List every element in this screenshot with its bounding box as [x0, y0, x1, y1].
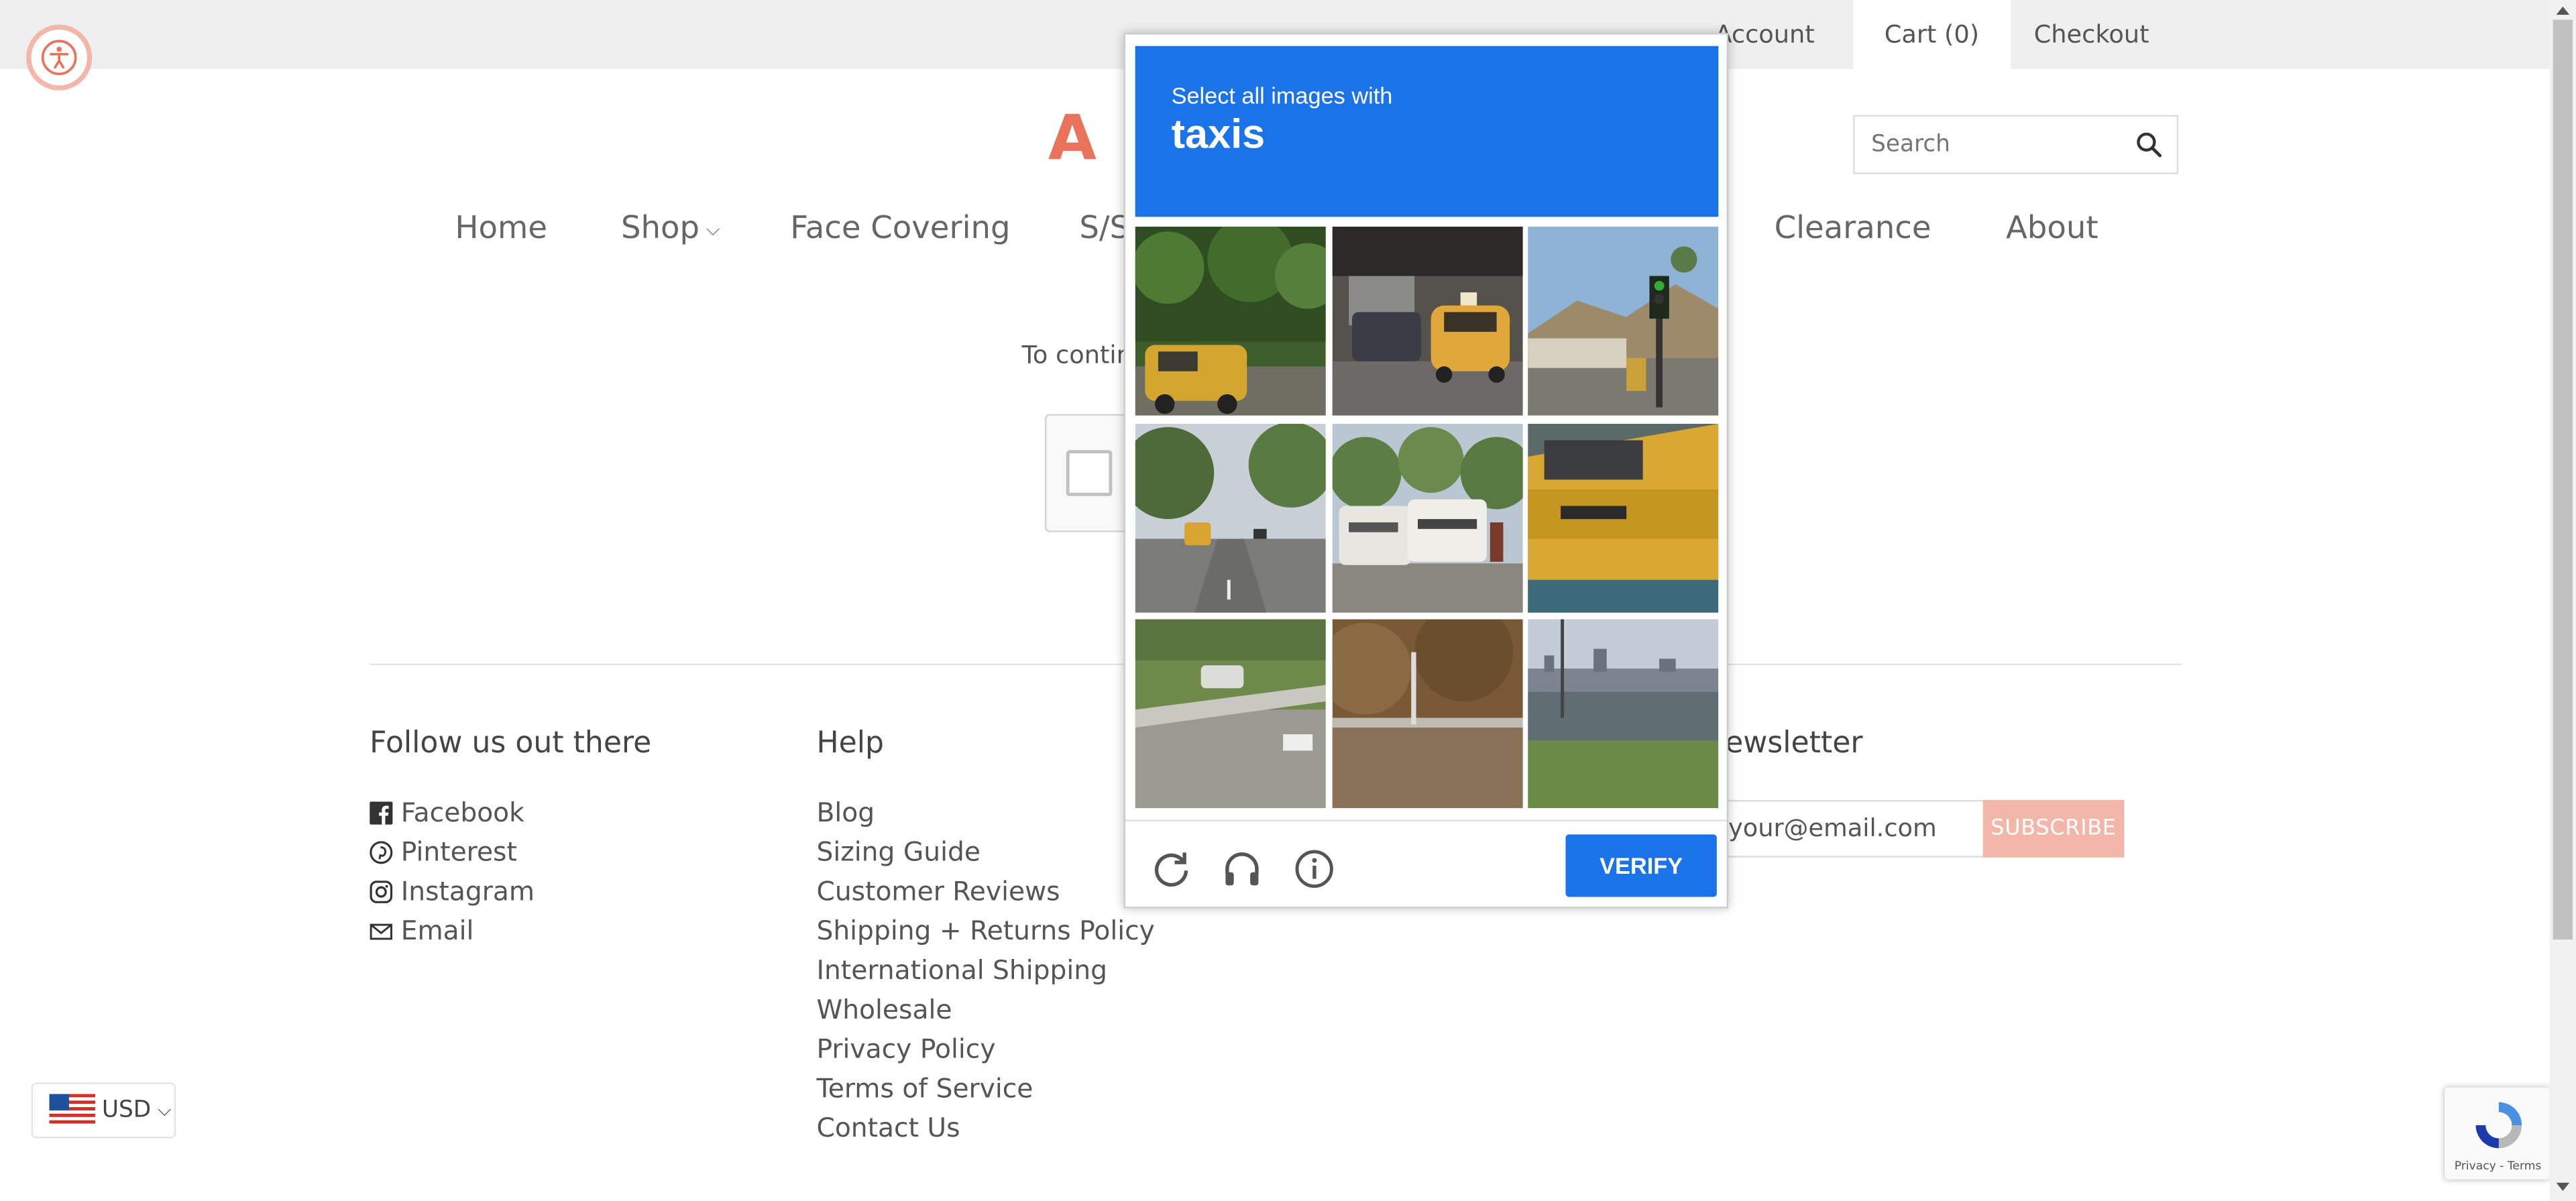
help-link-sizing-guide[interactable]: Sizing Guide: [816, 836, 981, 868]
chevron-down-icon: ⌵: [706, 217, 720, 239]
search-icon[interactable]: [2134, 130, 2164, 160]
challenge-prompt: Select all images with: [1171, 82, 1393, 109]
tile-image: [1528, 227, 1719, 416]
accessibility-icon: [41, 40, 77, 76]
tile-image: [1528, 423, 1719, 613]
nav-clearance[interactable]: Clearance: [1775, 211, 1931, 247]
help-link-terms-of-service[interactable]: Terms of Service: [816, 1073, 1033, 1104]
tile-image: [1135, 227, 1326, 416]
image-tile[interactable]: [1332, 227, 1523, 416]
image-tile[interactable]: [1135, 619, 1326, 809]
facebook-link[interactable]: Facebook: [370, 797, 524, 828]
nav-face-covering[interactable]: Face Covering: [790, 211, 1010, 247]
info-icon[interactable]: [1293, 848, 1336, 891]
verify-button[interactable]: VERIFY: [1565, 834, 1717, 897]
tile-image: [1135, 423, 1326, 613]
email-icon: [370, 923, 392, 939]
tile-image: [1528, 619, 1719, 809]
newsletter-heading: ewsletter: [1725, 726, 1863, 761]
search-input[interactable]: [1854, 116, 2159, 173]
help-link-wholesale[interactable]: Wholesale: [816, 994, 952, 1025]
help-heading: Help: [816, 726, 884, 761]
currency-selector[interactable]: USD ⌵: [31, 1082, 176, 1139]
nav-shop-label: Shop: [620, 210, 700, 247]
challenge-footer-divider: [1125, 819, 1727, 821]
follow-heading: Follow us out there: [370, 726, 652, 761]
recaptcha-badge[interactable]: Privacy - Terms: [2445, 1087, 2550, 1180]
accessibility-button[interactable]: [31, 30, 87, 86]
help-link-privacy-policy[interactable]: Privacy Policy: [816, 1033, 995, 1065]
help-link-shipping-returns[interactable]: Shipping + Returns Policy: [816, 915, 1154, 946]
tile-image: [1332, 423, 1523, 613]
tile-image: [1332, 619, 1523, 809]
us-flag-icon: [49, 1094, 96, 1127]
currency-code: USD: [101, 1097, 152, 1124]
captcha-challenge: Select all images with taxis VERIFY: [1123, 32, 1728, 909]
email-link[interactable]: Email: [370, 915, 473, 946]
instagram-label: Instagram: [400, 875, 535, 907]
tile-image: [1135, 619, 1326, 809]
image-tile[interactable]: [1528, 619, 1719, 809]
pinterest-icon: [370, 840, 393, 864]
chevron-down-icon: ⌵: [157, 1098, 172, 1121]
subscribe-button[interactable]: SUBSCRIBE: [1982, 799, 2125, 858]
image-tile[interactable]: [1135, 227, 1326, 416]
nav-shop[interactable]: Shop ⌵: [621, 211, 720, 247]
reload-icon[interactable]: [1150, 848, 1193, 891]
account-link[interactable]: Account: [1715, 0, 1814, 69]
recaptcha-logo-icon: [2475, 1102, 2522, 1149]
image-tile[interactable]: [1332, 619, 1523, 809]
headphones-icon[interactable]: [1221, 848, 1264, 891]
help-link-customer-reviews[interactable]: Customer Reviews: [816, 876, 1060, 907]
image-tile[interactable]: [1135, 423, 1326, 613]
tile-image: [1332, 227, 1523, 416]
image-grid: [1135, 227, 1720, 810]
page-scrollbar[interactable]: [2549, 0, 2576, 1201]
scroll-down-icon[interactable]: [2556, 1182, 2570, 1191]
challenge-target: taxis: [1171, 111, 1266, 158]
help-link-contact-us[interactable]: Contact Us: [816, 1112, 960, 1143]
image-tile[interactable]: [1528, 227, 1719, 416]
scroll-up-icon[interactable]: [2556, 6, 2570, 15]
nav-ss[interactable]: S/S: [1079, 211, 1129, 247]
search-box: [1853, 115, 2179, 174]
pinterest-link[interactable]: Pinterest: [370, 836, 517, 868]
continue-text: To contin: [1021, 340, 1132, 370]
email-label: Email: [400, 915, 474, 946]
nav-about[interactable]: About: [2006, 211, 2098, 247]
instagram-icon: [370, 880, 393, 903]
cart-link[interactable]: Cart (0): [1853, 0, 2011, 69]
help-link-international-shipping[interactable]: International Shipping: [816, 954, 1107, 986]
challenge-header: Select all images with taxis: [1135, 46, 1719, 217]
pinterest-label: Pinterest: [400, 836, 517, 868]
help-link-blog[interactable]: Blog: [816, 797, 875, 828]
image-tile[interactable]: [1332, 423, 1523, 613]
image-tile[interactable]: [1528, 423, 1719, 613]
checkout-link[interactable]: Checkout: [2034, 0, 2149, 69]
instagram-link[interactable]: Instagram: [370, 876, 535, 907]
recaptcha-checkbox[interactable]: [1066, 450, 1113, 496]
scrollbar-thumb[interactable]: [2553, 19, 2573, 940]
newsletter-email-input[interactable]: your@email.com: [1725, 799, 1983, 858]
facebook-icon: [370, 801, 393, 824]
nav-home[interactable]: Home: [455, 211, 547, 247]
facebook-label: Facebook: [400, 797, 524, 828]
recaptcha-terms[interactable]: Privacy - Terms: [2455, 1159, 2542, 1173]
